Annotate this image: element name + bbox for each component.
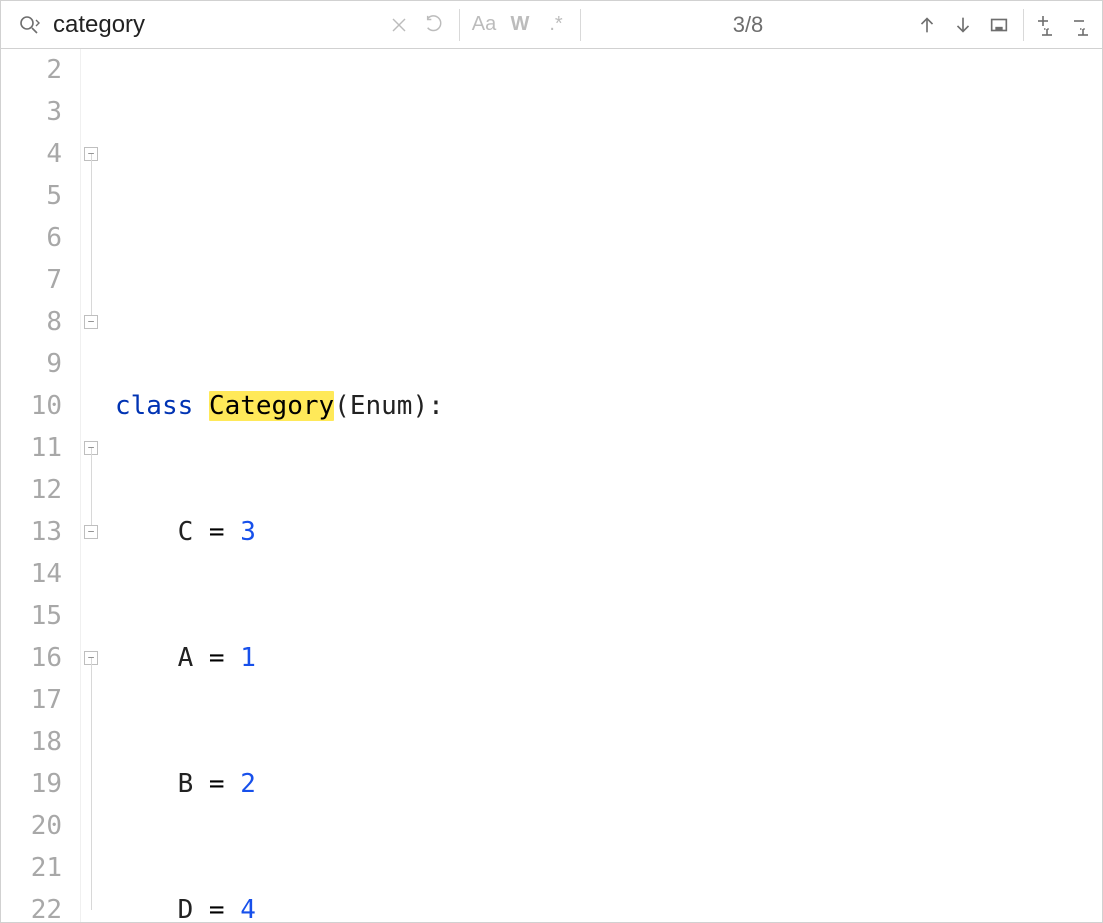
number: 4 [240,895,256,922]
line-number: 12 [1,469,62,511]
code-line: D = 4 [111,889,1102,922]
next-match-icon[interactable] [945,7,981,43]
code-area[interactable]: class Category(Enum): C = 3 A = 1 B = 2 … [111,49,1102,922]
code-text: = [193,643,240,673]
prev-match-icon[interactable] [909,7,945,43]
regex-button[interactable]: .* [538,7,574,43]
fold-close-icon[interactable]: − [84,315,98,329]
code-text: C [178,517,194,547]
code-text: = [193,895,240,922]
code-line: A = 1 [111,637,1102,679]
toolbar-divider [1023,9,1024,41]
line-number: 10 [1,385,62,427]
add-selection-icon[interactable] [1030,7,1066,43]
search-bar: Aa W .* 3/8 [1,1,1102,49]
whole-words-button[interactable]: W [502,7,538,43]
match-case-button[interactable]: Aa [466,7,502,43]
search-left-group [1,1,47,48]
line-number: 20 [1,805,62,847]
remove-selection-icon[interactable] [1066,7,1102,43]
line-number: 5 [1,175,62,217]
line-number: 6 [1,217,62,259]
toolbar-divider [459,9,460,41]
code-text: B [178,769,194,799]
code-text: (Enum): [334,391,444,421]
editor[interactable]: 2345678910111213141516171819202122 −−−−−… [1,49,1102,922]
line-number: 14 [1,553,62,595]
search-options: Aa W .* [466,1,574,48]
gutter: 2345678910111213141516171819202122 [1,49,81,922]
line-number: 7 [1,259,62,301]
line-number: 21 [1,847,62,889]
line-number: 13 [1,511,62,553]
match-count-section: 3/8 [587,1,909,48]
line-number: 8 [1,301,62,343]
line-number: 2 [1,49,62,91]
keyword: class [115,391,193,421]
search-nav [909,1,1017,48]
line-number: 19 [1,763,62,805]
code-text: = [193,517,240,547]
highlight: Category [209,391,334,421]
toolbar-divider [580,9,581,41]
search-icon[interactable] [11,7,47,43]
fold-column: −−−−− [81,49,111,922]
code-line: C = 3 [111,511,1102,553]
code-line [111,259,1102,301]
code-text: A [178,643,194,673]
line-number: 17 [1,679,62,721]
line-number: 18 [1,721,62,763]
clear-search-icon[interactable] [381,7,417,43]
line-number: 11 [1,427,62,469]
code-line [111,133,1102,175]
code-text: = [193,769,240,799]
select-all-matches-icon[interactable] [981,7,1017,43]
number: 3 [240,517,256,547]
line-number: 16 [1,637,62,679]
line-number: 9 [1,343,62,385]
match-count: 3/8 [709,12,788,38]
line-number: 4 [1,133,62,175]
code-line: B = 2 [111,763,1102,805]
line-number: 3 [1,91,62,133]
search-history-icon[interactable] [417,7,453,43]
line-number: 15 [1,595,62,637]
search-input[interactable] [47,11,381,39]
line-number: 22 [1,889,62,922]
number: 1 [240,643,256,673]
fold-close-icon[interactable]: − [84,525,98,539]
code-text: D [178,895,194,922]
selection-tools [1030,1,1102,48]
number: 2 [240,769,256,799]
code-line: class Category(Enum): [111,385,1102,427]
